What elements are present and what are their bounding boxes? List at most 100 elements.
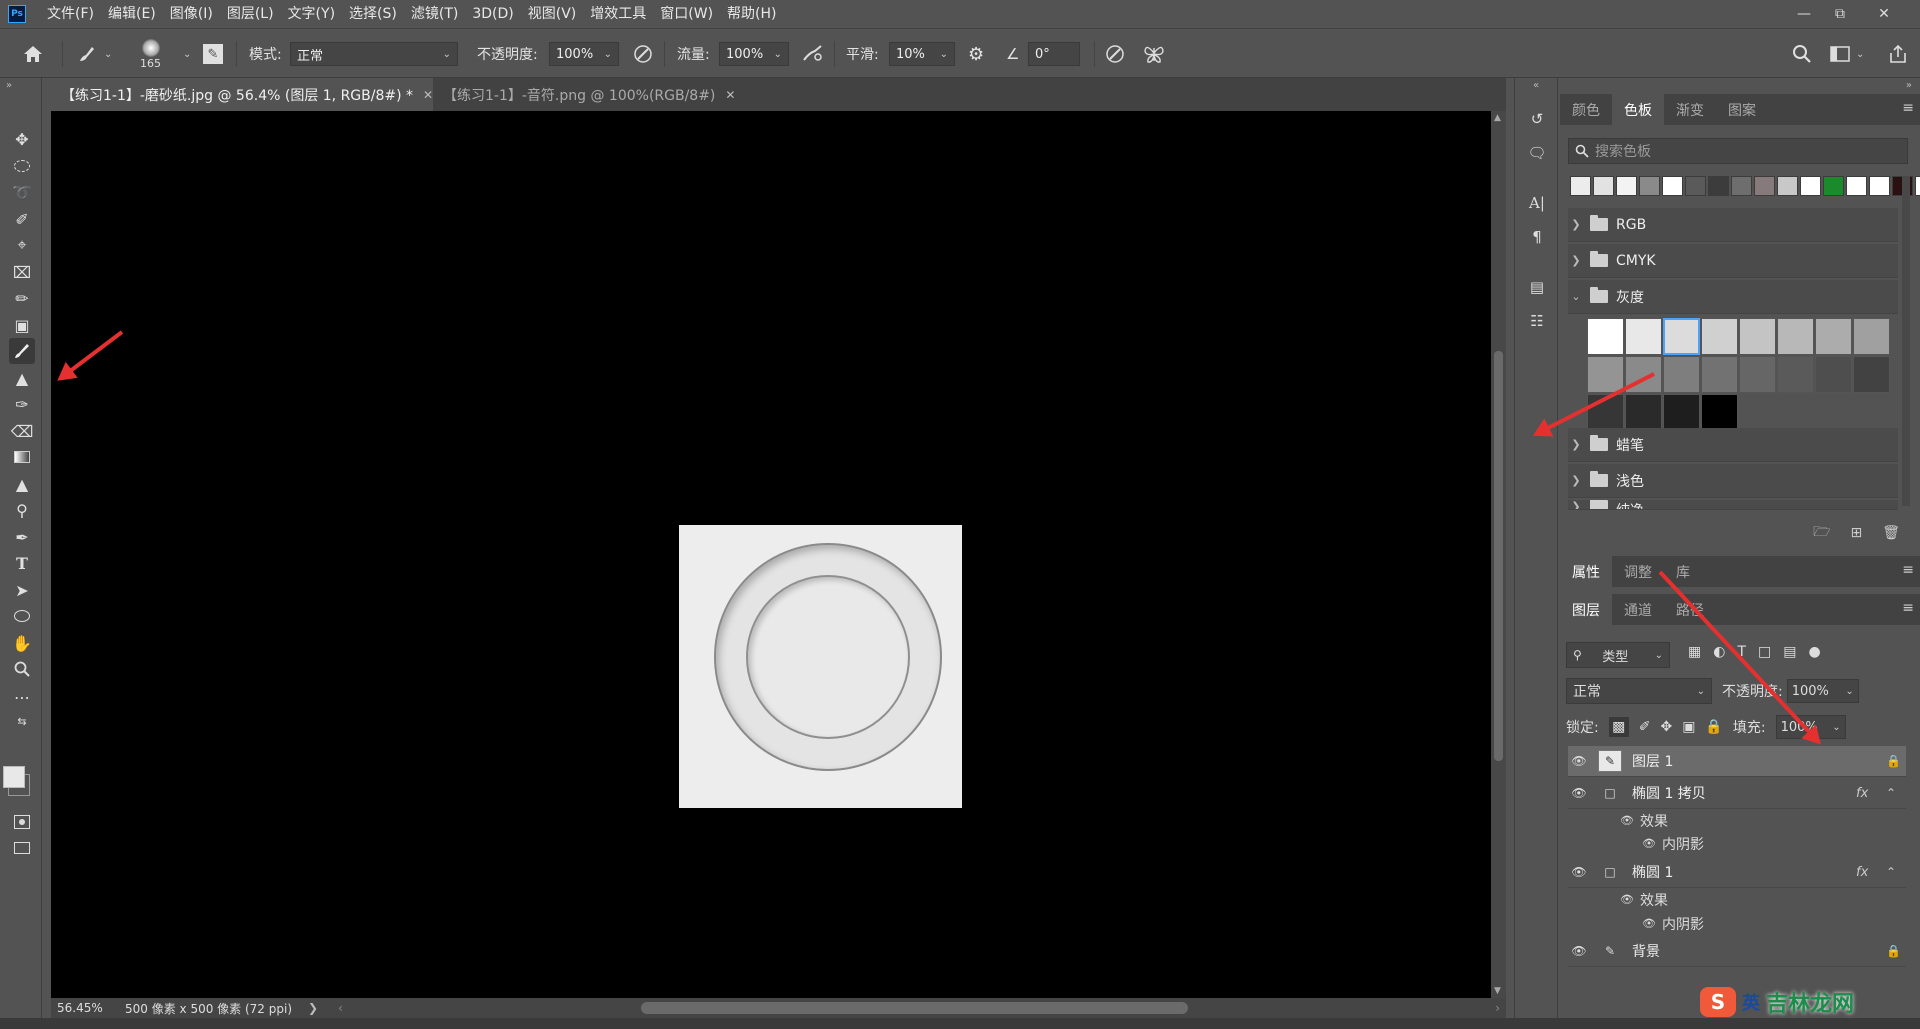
marquee-tool-icon[interactable]: [9, 153, 35, 179]
blend-mode-select[interactable]: 正常 ⌄: [290, 42, 458, 66]
swap-colors-icon[interactable]: ⇆: [9, 708, 35, 734]
fx-icon[interactable]: fx: [1856, 865, 1886, 880]
visibility-eye-icon[interactable]: 👁: [1620, 893, 1634, 906]
recent-swatch[interactable]: [1593, 176, 1614, 196]
fx-icon[interactable]: fx: [1856, 786, 1886, 801]
menu-file[interactable]: 文件(F): [40, 0, 101, 28]
frame-tool-icon[interactable]: ⌧: [9, 259, 35, 285]
visibility-eye-icon[interactable]: 👁: [1568, 865, 1590, 879]
gray-swatch[interactable]: [1625, 318, 1662, 355]
menu-filter[interactable]: 滤镜(T): [404, 0, 465, 28]
visibility-eye-icon[interactable]: 👁: [1642, 837, 1656, 850]
pressure-opacity-icon[interactable]: [632, 29, 654, 79]
canvas-vertical-scrollbar[interactable]: ▲ ▼: [1491, 111, 1506, 998]
menu-select[interactable]: 选择(S): [342, 0, 404, 28]
paragraph-panel-icon[interactable]: ¶: [1524, 224, 1550, 250]
screen-mode-icon[interactable]: [9, 835, 35, 861]
recent-swatch[interactable]: [1639, 176, 1660, 196]
brush-size-picker[interactable]: 165: [140, 29, 161, 79]
ellipse-tool-icon[interactable]: [9, 603, 35, 629]
recent-swatch[interactable]: [1731, 176, 1752, 196]
menu-help[interactable]: 帮助(H): [720, 0, 783, 28]
visibility-eye-icon[interactable]: 👁: [1568, 786, 1590, 800]
path-selection-tool-icon[interactable]: ➤: [9, 577, 35, 603]
gray-swatch[interactable]: [1815, 356, 1852, 393]
comments-panel-icon[interactable]: 🗨: [1524, 140, 1550, 166]
close-tab-icon[interactable]: ✕: [423, 88, 433, 102]
effect-inner-shadow-row[interactable]: 👁 内阴影: [1642, 832, 1920, 855]
minimize-icon[interactable]: —: [1786, 0, 1822, 28]
search-icon[interactable]: [1792, 29, 1812, 79]
recent-swatch[interactable]: [1869, 176, 1890, 196]
gray-swatch[interactable]: [1853, 356, 1890, 393]
tab-layers[interactable]: 图层: [1560, 594, 1612, 625]
brush-tool-icon[interactable]: [9, 338, 35, 364]
tab-adjustments[interactable]: 调整: [1612, 556, 1664, 587]
recent-swatch[interactable]: [1846, 176, 1867, 196]
dodge-tool-icon[interactable]: ⚲: [9, 497, 35, 523]
layer-row-background[interactable]: 👁 ✎ 背景 🔒: [1568, 936, 1906, 967]
angle-field[interactable]: 0°: [1028, 42, 1080, 66]
layer-blend-mode-select[interactable]: 正常 ⌄: [1566, 678, 1712, 704]
clone-stamp-tool-icon[interactable]: ▲: [9, 365, 35, 391]
tab-swatches[interactable]: 色板: [1612, 94, 1664, 125]
delete-trash-icon[interactable]: 🗑: [1882, 525, 1900, 541]
panel-menu-icon[interactable]: ≡: [1902, 562, 1914, 578]
visibility-eye-icon[interactable]: 👁: [1642, 917, 1656, 930]
smart-object-filter-icon[interactable]: ▤: [1783, 644, 1796, 660]
effects-row[interactable]: 👁 效果: [1620, 888, 1920, 911]
workspace-icon[interactable]: ⌄: [1830, 29, 1864, 79]
smoothing-field[interactable]: 10% ⌄: [889, 42, 955, 66]
swatch-group-grayscale[interactable]: ⌄ 灰度: [1568, 280, 1898, 314]
foreground-color-swatch[interactable]: [3, 766, 25, 788]
scroll-right-icon[interactable]: ›: [1495, 1001, 1500, 1015]
shape-filter-icon[interactable]: □: [1758, 644, 1771, 660]
spot-healing-tool-icon[interactable]: ▣: [9, 312, 35, 338]
swatch-group-pure[interactable]: ❯ 纯净: [1568, 500, 1898, 510]
gray-swatch[interactable]: [1701, 356, 1738, 393]
recent-swatch[interactable]: [1685, 176, 1706, 196]
menu-image[interactable]: 图像(I): [163, 0, 220, 28]
gray-swatch[interactable]: [1587, 318, 1624, 355]
recent-swatch[interactable]: [1915, 176, 1920, 196]
gray-swatch[interactable]: [1777, 356, 1814, 393]
gray-swatch[interactable]: [1853, 318, 1890, 355]
panel-menu-icon[interactable]: ≡: [1902, 600, 1914, 616]
lock-all-icon[interactable]: 🔒: [1705, 719, 1722, 735]
swatch-group-cmyk[interactable]: ❯ CMYK: [1568, 244, 1898, 278]
recent-swatch[interactable]: [1662, 176, 1683, 196]
layer-row-layer1[interactable]: 👁 ✎ 图层 1 🔒: [1568, 746, 1906, 777]
notes-panel-icon[interactable]: ☷: [1524, 308, 1550, 334]
layer-row-ellipse[interactable]: 👁 □ 椭圆 1 fx ⌃: [1568, 857, 1906, 888]
visibility-eye-icon[interactable]: 👁: [1620, 814, 1634, 827]
canvas-area[interactable]: [51, 111, 1491, 998]
recent-swatch[interactable]: [1754, 176, 1775, 196]
recent-swatch[interactable]: [1616, 176, 1637, 196]
lock-transparent-pixels-icon[interactable]: ▩: [1608, 717, 1629, 737]
tab-channels[interactable]: 通道: [1612, 594, 1664, 625]
gray-swatch[interactable]: [1777, 318, 1814, 355]
history-brush-tool-icon[interactable]: ✑: [9, 391, 35, 417]
panel-menu-icon[interactable]: ≡: [1902, 100, 1914, 116]
close-window-icon[interactable]: ✕: [1866, 0, 1902, 28]
hand-tool-icon[interactable]: ✋: [9, 630, 35, 656]
brush-preset-icon[interactable]: ⌄: [76, 29, 112, 79]
crop-tool-icon[interactable]: ⌖: [9, 232, 35, 258]
canvas-horizontal-scrollbar[interactable]: [641, 1002, 1188, 1014]
menu-3d[interactable]: 3D(D): [465, 0, 520, 28]
collapse-dock-icon[interactable]: »: [1906, 80, 1912, 91]
quick-mask-icon[interactable]: [9, 809, 35, 835]
document-image[interactable]: [679, 525, 962, 808]
tab-document-1[interactable]: 【练习1-1】-磨砂纸.jpg @ 56.4% (图层 1, RGB/8#) *…: [51, 78, 433, 111]
menu-plugins[interactable]: 增效工具: [583, 0, 653, 28]
eraser-tool-icon[interactable]: ⌫: [9, 418, 35, 444]
smoothing-options-gear-icon[interactable]: ⚙: [968, 29, 984, 79]
collapse-effects-icon[interactable]: ⌃: [1886, 865, 1906, 879]
opacity-field[interactable]: 100% ⌄: [549, 42, 619, 66]
pixel-filter-icon[interactable]: ▦: [1688, 644, 1701, 660]
gray-swatch[interactable]: [1739, 318, 1776, 355]
collapse-effects-icon[interactable]: ⌃: [1886, 786, 1906, 800]
status-expand-icon[interactable]: ❯: [308, 1001, 318, 1015]
visibility-eye-icon[interactable]: 👁: [1568, 944, 1590, 958]
type-tool-icon[interactable]: T: [9, 550, 35, 576]
